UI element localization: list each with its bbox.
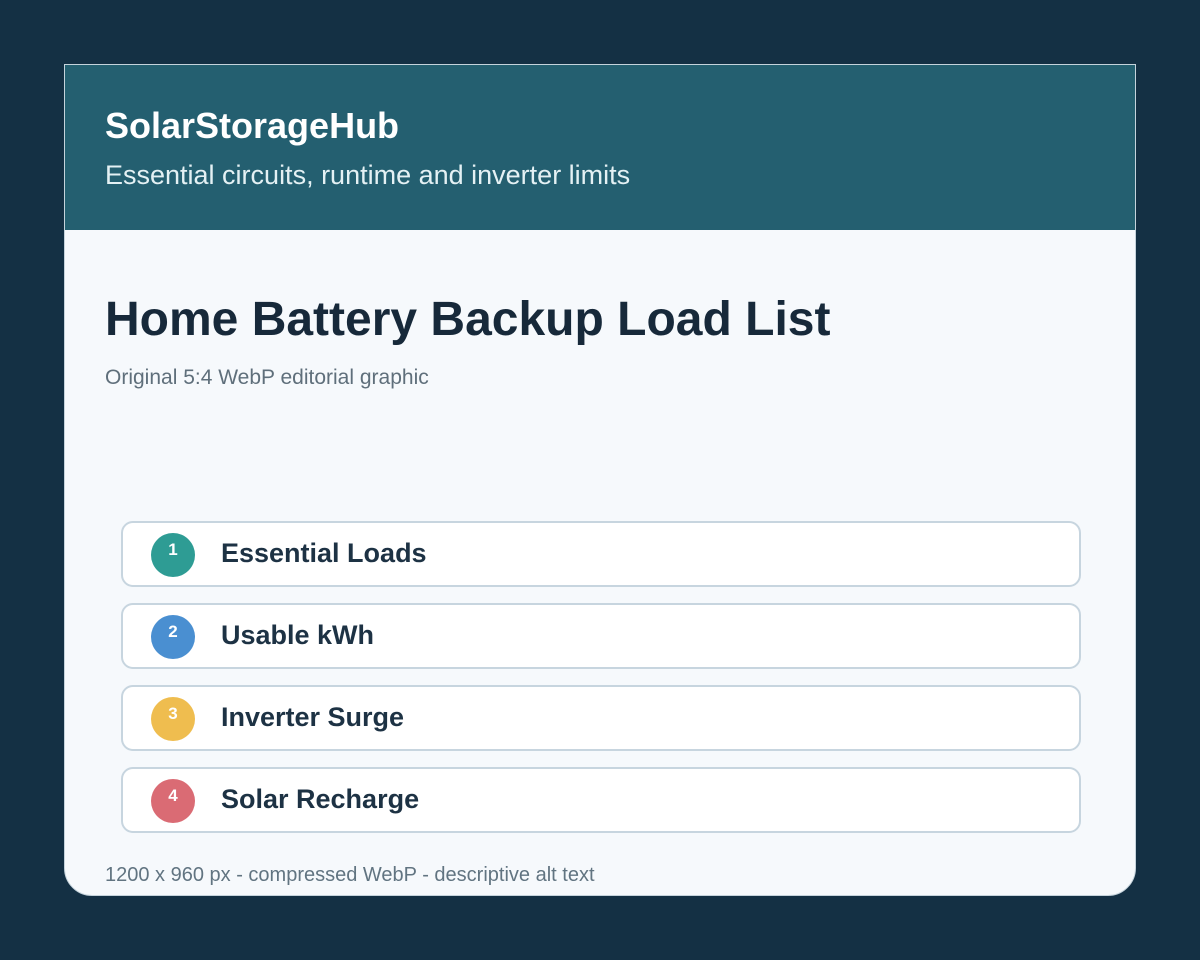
number-badge: 2 — [151, 615, 195, 659]
footer-caption: 1200 x 960 px - compressed WebP - descri… — [105, 864, 595, 886]
list-item-inverter-surge: 3 Inverter Surge — [121, 685, 1081, 751]
graphic-card: SolarStorageHub Essential circuits, runt… — [64, 64, 1136, 896]
number-badge: 4 — [151, 779, 195, 823]
number-badge: 1 — [151, 533, 195, 577]
load-list: 1 Essential Loads 2 Usable kWh 3 Inverte… — [121, 521, 1081, 849]
header-tagline: Essential circuits, runtime and inverter… — [105, 160, 631, 190]
list-item-label: Essential Loads — [221, 538, 427, 568]
list-item-label: Solar Recharge — [221, 784, 420, 814]
brand-name: SolarStorageHub — [105, 105, 400, 146]
list-item-label: Inverter Surge — [221, 702, 405, 732]
page-subtitle: Original 5:4 WebP editorial graphic — [105, 366, 429, 389]
header-banner: SolarStorageHub Essential circuits, runt… — [65, 65, 1135, 230]
list-item-label: Usable kWh — [221, 620, 375, 650]
list-item-solar-recharge: 4 Solar Recharge — [121, 767, 1081, 833]
list-item-usable-kwh: 2 Usable kWh — [121, 603, 1081, 669]
page-title: Home Battery Backup Load List — [105, 293, 831, 346]
number-badge: 3 — [151, 697, 195, 741]
list-item-essential-loads: 1 Essential Loads — [121, 521, 1081, 587]
